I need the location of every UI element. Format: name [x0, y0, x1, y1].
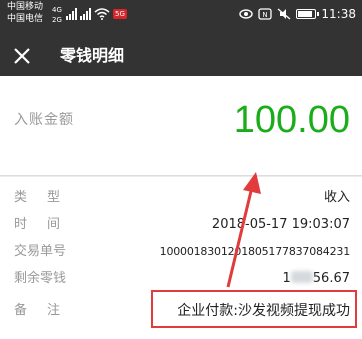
svg-text:N: N: [263, 11, 268, 19]
page-title: 零钱明细: [60, 46, 125, 65]
time-value: 2018-05-17 19:03:07: [211, 217, 350, 232]
status-bar: 中国移动 中国电信 4G 2G 5G N 11:38: [0, 0, 362, 36]
amount-value: 100.00: [233, 99, 350, 141]
amount-label: 入账金额: [14, 112, 74, 128]
carrier-2-label: 中国电信: [7, 14, 44, 24]
detail-row-type: 类型 收入: [0, 188, 362, 208]
time-label: 时间: [14, 217, 81, 232]
nfc-icon: N: [258, 8, 273, 20]
detail-row-transaction-id: 交易单号 1000018301201805177837084231: [0, 242, 362, 262]
wifi-icon: [94, 8, 110, 20]
close-icon: [14, 48, 30, 64]
carrier-1-label: 中国移动: [7, 2, 44, 12]
signal-icon: [80, 8, 91, 20]
app-badge: 5G: [113, 9, 127, 19]
status-time: 11:38: [321, 7, 356, 21]
balance-prefix: 1: [282, 271, 291, 286]
detail-row-time: 时间 2018-05-17 19:03:07: [0, 215, 362, 235]
mute-icon: [277, 8, 291, 20]
balance-value: 1 56.67: [282, 269, 350, 289]
eye-icon: [239, 9, 254, 19]
detail-row-balance: 剩余零钱 1 56.67: [0, 269, 362, 289]
nav-bar: 零钱明细: [0, 36, 362, 76]
type-label: 类型: [14, 190, 81, 205]
type-value: 收入: [323, 190, 350, 205]
signal-icon: [66, 8, 77, 20]
close-button[interactable]: [10, 44, 34, 68]
status-right-icons: N 11:38: [239, 6, 356, 22]
battery-icon: [296, 9, 320, 19]
transaction-id-label: 交易单号: [14, 244, 67, 259]
network-type-1: 4G: [52, 6, 62, 14]
balance-suffix: 56.67: [312, 271, 350, 286]
redacted-digits: [290, 271, 313, 283]
status-left-icons: 5G: [66, 6, 127, 22]
balance-label: 剩余零钱: [14, 271, 67, 286]
highlight-box: [151, 290, 357, 328]
transaction-id-value[interactable]: 1000018301201805177837084231: [160, 242, 351, 262]
network-type-2: 2G: [52, 16, 62, 24]
note-label: 备注: [14, 303, 81, 318]
amount-section: 入账金额 100.00: [0, 76, 362, 176]
